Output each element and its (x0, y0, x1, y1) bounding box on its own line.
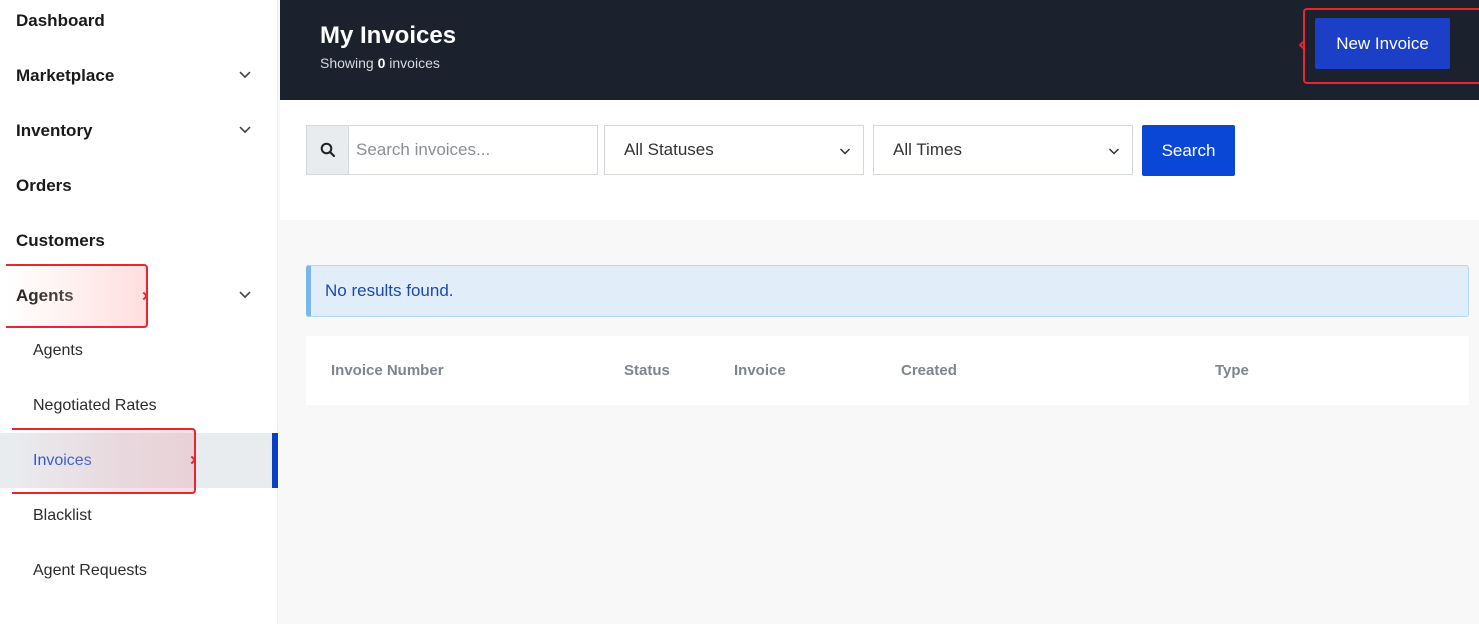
filter-bar: All Statuses All Times Search (280, 100, 1479, 220)
chevron-down-icon[interactable] (238, 67, 252, 81)
sidebar-item-inventory[interactable]: Inventory (0, 103, 278, 158)
column-header-status[interactable]: Status (624, 362, 670, 379)
sidebar-subitem-agents[interactable]: Agents (0, 323, 278, 378)
invoices-table: Invoice Number Status Invoice Created Ty… (306, 336, 1469, 405)
chevron-down-icon[interactable] (238, 287, 252, 301)
showing-suffix: invoices (389, 55, 440, 71)
sidebar-item-marketplace[interactable]: Marketplace (0, 48, 278, 103)
sidebar-subitem-label: Agents (33, 341, 83, 359)
sidebar-item-label: Dashboard (16, 10, 105, 30)
search-input[interactable] (348, 125, 598, 175)
sidebar-subitem-blacklist[interactable]: Blacklist (0, 488, 278, 543)
showing-prefix: Showing (320, 55, 374, 71)
sidebar-item-dashboard[interactable]: Dashboard (0, 0, 278, 48)
column-header-invoice-number[interactable]: Invoice Number (331, 362, 444, 379)
chevron-down-icon[interactable] (238, 122, 252, 136)
sidebar-item-label: Orders (16, 175, 72, 195)
sidebar-item-label: Marketplace (16, 65, 115, 85)
invoice-count-text: Showing 0 invoices (320, 55, 440, 71)
sidebar-subitem-invoices[interactable]: Invoices (0, 433, 278, 488)
invoice-count: 0 (377, 55, 386, 71)
sidebar-subitem-label: Negotiated Rates (33, 396, 157, 414)
page-header: My Invoices Showing 0 invoices New Invoi… (280, 0, 1479, 100)
sidebar-subitem-agent-requests[interactable]: Agent Requests (0, 543, 278, 598)
column-header-invoice[interactable]: Invoice (734, 362, 786, 379)
sidebar-item-label: Inventory (16, 120, 93, 140)
sidebar-item-orders[interactable]: Orders (0, 158, 278, 213)
sidebar-item-customers[interactable]: Customers (0, 213, 278, 268)
sidebar-subitem-label: Invoices (33, 451, 92, 469)
page-title: My Invoices (320, 22, 457, 49)
search-button[interactable]: Search (1142, 125, 1235, 176)
column-header-created[interactable]: Created (901, 362, 957, 379)
sidebar-subitem-negotiated-rates[interactable]: Negotiated Rates (0, 378, 278, 433)
new-invoice-button[interactable]: New Invoice (1315, 18, 1450, 69)
status-select-value: All Statuses (624, 140, 714, 159)
chevron-down-icon (1108, 148, 1120, 155)
search-icon (320, 142, 335, 158)
sidebar-item-label: Customers (16, 230, 105, 250)
time-select[interactable]: All Times (873, 125, 1133, 175)
column-header-type[interactable]: Type (1215, 362, 1249, 379)
alert-message: No results found. (325, 281, 454, 300)
status-select[interactable]: All Statuses (604, 125, 864, 175)
sidebar-subitem-label: Blacklist (33, 506, 92, 524)
search-icon-addon (306, 125, 349, 175)
sidebar-item-label: Agents (16, 285, 74, 305)
active-indicator (272, 433, 278, 488)
sidebar: Dashboard Marketplace Inventory Orders C… (0, 0, 278, 624)
sidebar-subitem-label: Agent Requests (33, 561, 147, 579)
chevron-down-icon (839, 148, 851, 155)
no-results-alert: No results found. (306, 265, 1469, 317)
time-select-value: All Times (893, 140, 962, 159)
